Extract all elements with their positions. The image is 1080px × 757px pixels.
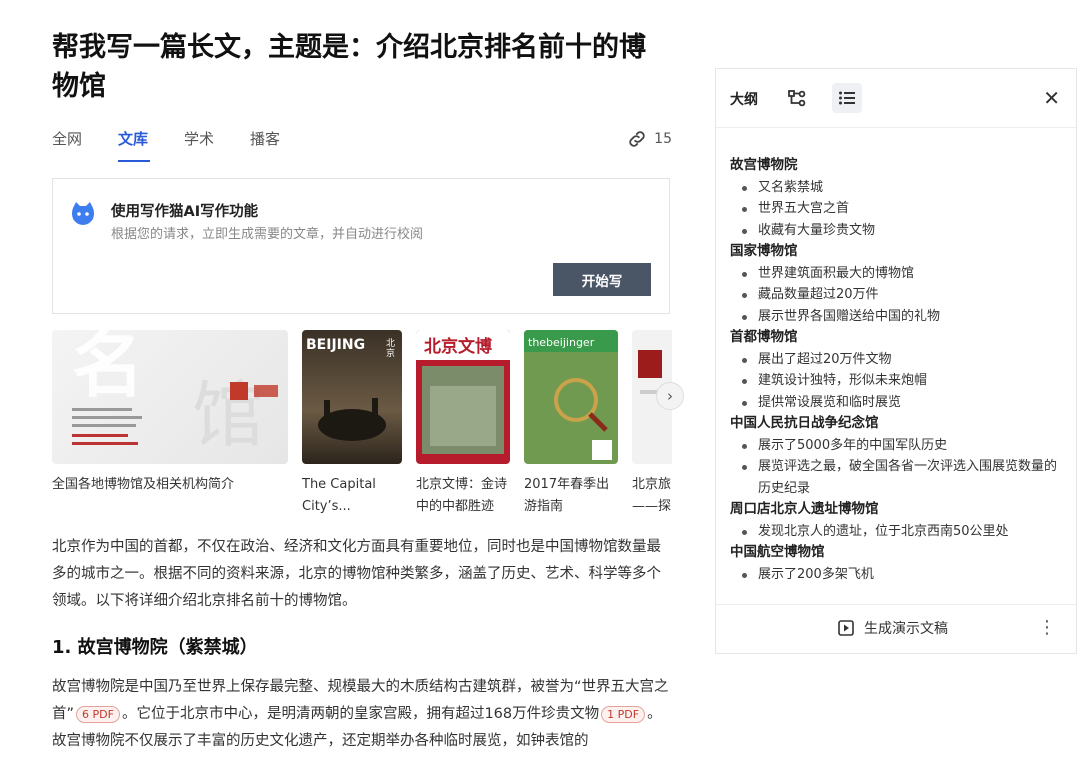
section-heading: 1. 故宫博物院（紫禁城）: [52, 637, 258, 658]
svg-text:名: 名: [72, 330, 144, 407]
outline-item[interactable]: 世界建筑面积最大的博物馆: [730, 263, 1066, 285]
tab-academic[interactable]: 学术: [184, 128, 214, 149]
pdf-citation-badge[interactable]: 6 PDF: [76, 706, 120, 723]
outline-item[interactable]: 世界五大宫之首: [730, 198, 1066, 220]
doc-thumbnail: thebeijinger: [524, 330, 618, 464]
ai-writer-promo: 使用写作猫AI写作功能 根据您的请求，立即生成需要的文章，并自动进行校阅 开始写: [52, 178, 670, 314]
active-tab-indicator: [118, 160, 150, 162]
svg-text:北京文博: 北京文博: [424, 336, 492, 357]
doc-caption: 2017年春季出游指南: [524, 477, 610, 514]
tab-web[interactable]: 全网: [52, 128, 82, 149]
doc-caption: 全国各地博物馆及相关机构简介: [52, 477, 235, 492]
outline-panel: 大纲 ✕ 故宫博物院 又名紫禁城 世界五大宫之首 收藏有大量珍贵文物 国家博物馆…: [715, 68, 1077, 654]
outline-item[interactable]: 展览评选之最，破全国各省一次评选入围展览数量的历史纪录: [730, 456, 1066, 499]
svg-text:京: 京: [386, 347, 395, 359]
svg-text:thebeijinger: thebeijinger: [528, 336, 595, 349]
promo-title: 使用写作猫AI写作功能: [111, 204, 259, 220]
paragraph-text: 。它位于北京市中心，是明清两朝的皇家宫殿，拥有超过168万件珍贵文物: [121, 706, 600, 722]
outline-heading[interactable]: 中国航空博物馆: [730, 542, 1066, 564]
doc-caption: 北京文博：金诗中的中都胜迹: [416, 477, 508, 514]
sources-link[interactable]: 15: [626, 128, 672, 150]
more-options-icon[interactable]: ⋮: [1038, 617, 1056, 638]
section-paragraph: 故宫博物院是中国乃至世界上保存最完整、规模最大的木质结构古建筑群，被誉为“世界五…: [52, 674, 674, 755]
svg-text:馆: 馆: [192, 373, 264, 457]
doc-thumbnail: 北京文博: [416, 330, 510, 464]
chevron-right-icon: ›: [667, 387, 673, 405]
outline-header: 大纲 ✕: [716, 69, 1076, 128]
generate-presentation-button[interactable]: 生成演示文稿: [838, 618, 948, 638]
outline-heading[interactable]: 中国人民抗日战争纪念馆: [730, 413, 1066, 435]
outline-item[interactable]: 提供常设展览和临时展览: [730, 392, 1066, 414]
cat-icon: [72, 202, 94, 225]
carousel-next-button[interactable]: ›: [656, 382, 684, 410]
doc-thumbnail: BEIJING 北 京: [302, 330, 402, 464]
outline-heading[interactable]: 周口店北京人遗址博物馆: [730, 499, 1066, 521]
doc-caption: The Capital City’s...: [302, 477, 376, 514]
outline-item[interactable]: 收藏有大量珍贵文物: [730, 220, 1066, 242]
svg-text:北: 北: [386, 338, 395, 349]
tab-podcast[interactable]: 播客: [250, 128, 280, 149]
outline-item[interactable]: 展示世界各国赠送给中国的礼物: [730, 306, 1066, 328]
outline-item[interactable]: 建筑设计独特，形似未来炮帽: [730, 370, 1066, 392]
outline-list: 故宫博物院 又名紫禁城 世界五大宫之首 收藏有大量珍贵文物 国家博物馆 世界建筑…: [730, 155, 1066, 585]
start-writing-button[interactable]: 开始写: [553, 263, 651, 296]
outline-heading[interactable]: 故宫博物院: [730, 155, 1066, 177]
tab-library[interactable]: 文库: [118, 128, 148, 149]
outline-heading[interactable]: 首都博物馆: [730, 327, 1066, 349]
page-title: 帮我写一篇长文，主题是：介绍北京排名前十的博物馆: [52, 32, 646, 102]
mindmap-icon: [788, 90, 806, 107]
outline-item[interactable]: 又名紫禁城: [730, 177, 1066, 199]
outline-heading[interactable]: 国家博物馆: [730, 241, 1066, 263]
source-tabs: 全网 文库 学术 播客 15: [52, 128, 672, 164]
outline-item[interactable]: 展示了5000多年的中国军队历史: [730, 435, 1066, 457]
pdf-citation-badge[interactable]: 1 PDF: [601, 706, 646, 723]
outline-item[interactable]: 藏品数量超过20万件: [730, 284, 1066, 306]
outline-item[interactable]: 展出了超过20万件文物: [730, 349, 1066, 371]
mindmap-view-button[interactable]: [782, 83, 812, 113]
generate-presentation-label: 生成演示文稿: [864, 621, 948, 637]
list-icon: [839, 91, 855, 105]
intro-paragraph: 北京作为中国的首都，不仅在政治、经济和文化方面具有重要地位，同时也是中国博物馆数…: [52, 539, 661, 609]
document-carousel: 名 馆 全国各地博物馆及相关机构简介 BEIJING 北 京 The Capit…: [52, 330, 672, 520]
promo-description: 根据您的请求，立即生成需要的文章，并自动进行校阅: [111, 227, 424, 242]
link-count: 15: [654, 131, 672, 147]
outline-footer: 生成演示文稿 ⋮: [716, 604, 1076, 653]
list-view-button[interactable]: [832, 83, 862, 113]
presentation-play-icon: [838, 620, 854, 636]
outline-item[interactable]: 展示了200多架飞机: [730, 564, 1066, 586]
outline-title: 大纲: [730, 92, 758, 108]
doc-thumbnail: 名 馆: [52, 330, 288, 464]
svg-text:BEIJING: BEIJING: [306, 337, 365, 353]
close-icon[interactable]: ✕: [1043, 86, 1060, 110]
outline-item[interactable]: 发现北京人的遗址，位于北京西南50公里处: [730, 521, 1066, 543]
link-icon: [629, 131, 645, 147]
doc-caption: 北京旅——探: [632, 477, 672, 514]
